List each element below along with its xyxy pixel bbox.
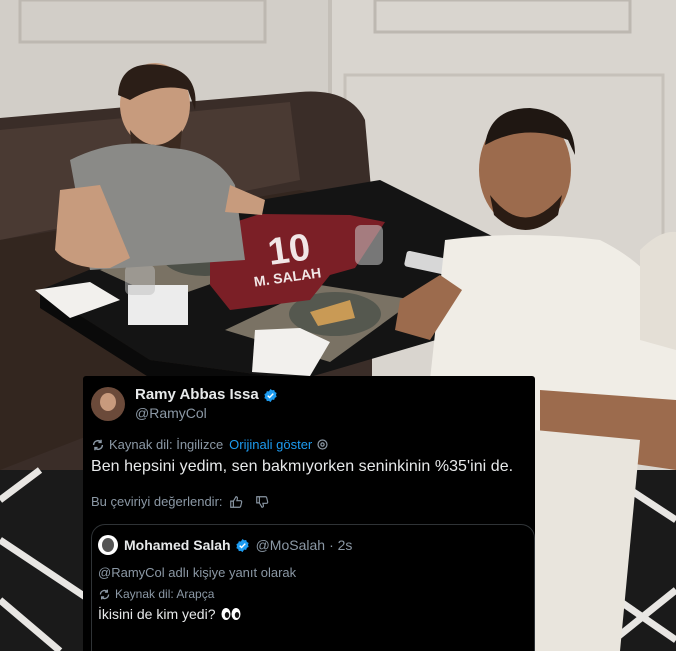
quoted-tweet[interactable]: Mohamed Salah @MoSalah · 2s @RamyCol adl… (91, 524, 535, 651)
translate-icon (91, 438, 105, 452)
quoted-tweet-text: İkisini de kim yedi? (98, 606, 216, 622)
quoted-author-handle[interactable]: @MoSalah (256, 537, 325, 553)
tweet-text: Ben hepsini yedim, sen bakmıyorken senin… (91, 458, 514, 475)
verified-badge-icon (263, 388, 278, 403)
quoted-source-language-label: Kaynak dil: Arapça (115, 587, 215, 601)
quoted-translation-info: Kaynak dil: Arapça (98, 587, 214, 601)
quoted-translate-icon (98, 588, 111, 601)
thumbs-up-icon[interactable] (229, 495, 243, 509)
show-original-link[interactable]: Orijinali göster (229, 437, 312, 452)
translation-info: Kaynak dil: İngilizce Orijinali göster (91, 437, 329, 452)
quoted-tweet-time: · 2s (329, 537, 353, 553)
reply-to-label: @RamyCol adlı kişiye yanıt olarak (98, 565, 297, 580)
eyes-emoji-icon (220, 607, 242, 621)
quoted-verified-badge-icon (235, 538, 250, 553)
author-name[interactable]: Ramy Abbas Issa (135, 386, 259, 404)
settings-gear-icon[interactable] (316, 438, 329, 451)
author-avatar[interactable] (91, 387, 125, 421)
tweet-header: Ramy Abbas Issa @RamyCol (91, 384, 278, 424)
quoted-tweet-header: Mohamed Salah @MoSalah · 2s (98, 535, 352, 555)
rate-translation: Bu çeviriyi değerlendir: (91, 494, 269, 509)
author-handle[interactable]: @RamyCol (135, 404, 278, 422)
quoted-tweet-text-row: İkisini de kim yedi? (98, 606, 242, 622)
quoted-author-avatar[interactable] (98, 535, 118, 555)
thumbs-down-icon[interactable] (255, 495, 269, 509)
quoted-author-name[interactable]: Mohamed Salah (124, 537, 231, 553)
source-language-label: Kaynak dil: İngilizce (109, 437, 224, 452)
tweet-card: Ramy Abbas Issa @RamyCol Kaynak dil: İng… (83, 376, 535, 651)
rate-translation-label: Bu çeviriyi değerlendir: (91, 494, 223, 509)
